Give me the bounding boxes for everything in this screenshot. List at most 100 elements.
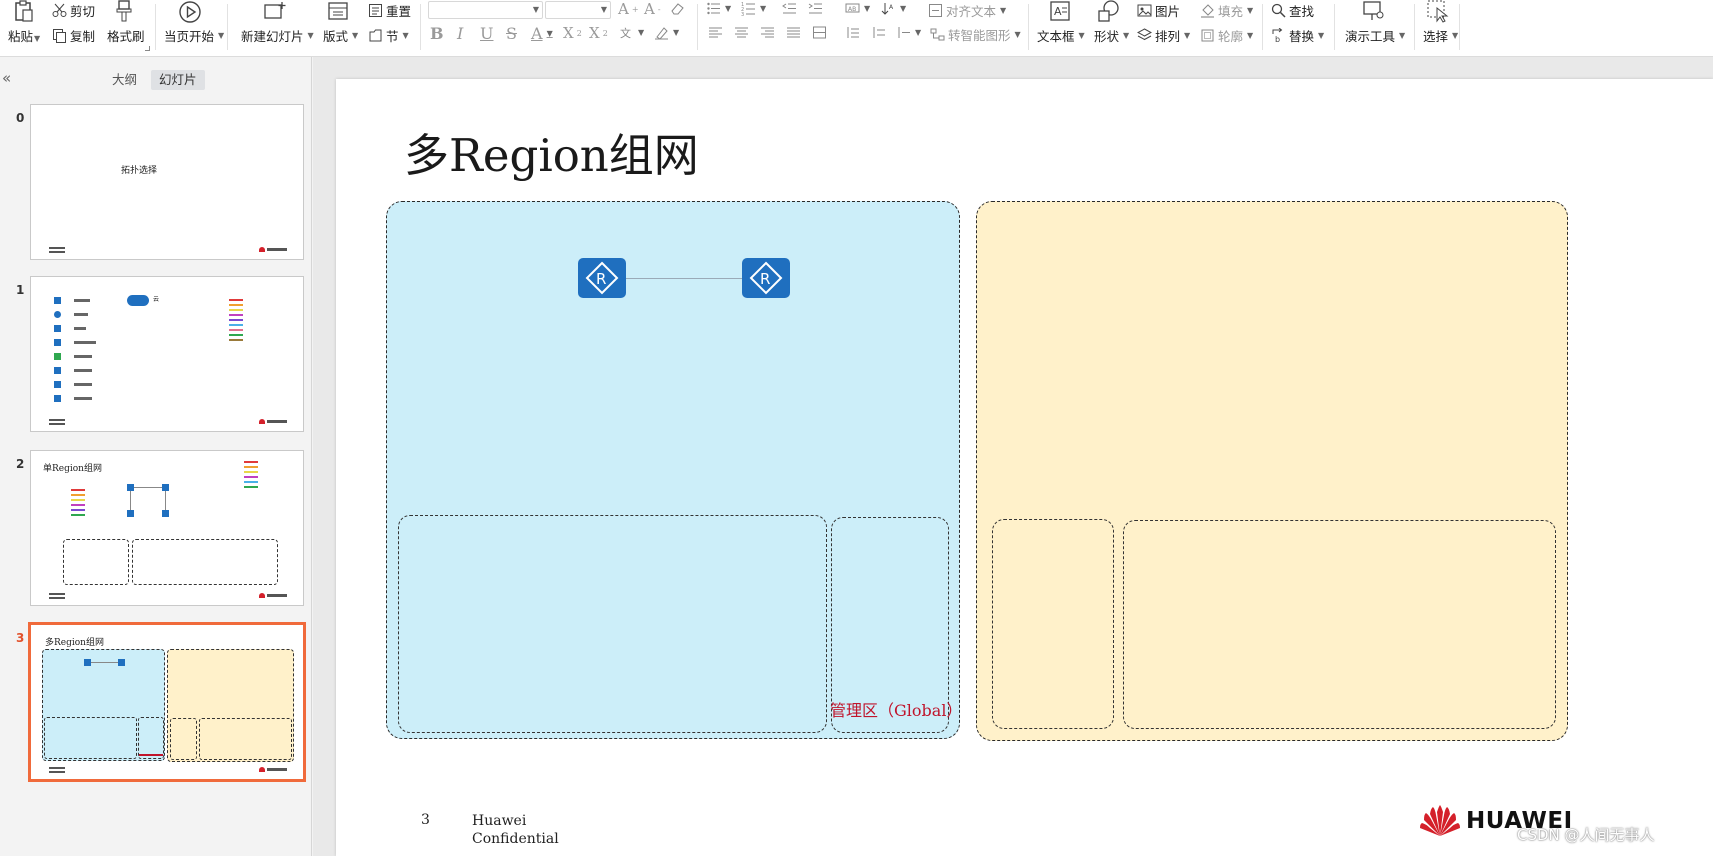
slide-thumbnail-1[interactable]: 云 [30, 276, 304, 432]
cloud-icon-mini [127, 295, 149, 306]
clipboard-dialog-launcher[interactable] [145, 46, 150, 51]
slide-number: 3 [421, 812, 430, 828]
tab-slides[interactable]: 幻灯片 [151, 70, 205, 90]
increase-indent-button[interactable] [808, 1, 823, 16]
font-size-combo[interactable]: ▼ [545, 1, 611, 19]
layout-button[interactable]: 版式 ▼ [323, 2, 358, 45]
current-slide[interactable]: 多Region组网 R R 管理区（Global） 3 Huawei Confi… [336, 79, 1713, 856]
phonetic-icon: 文 [620, 26, 631, 40]
slide-title[interactable]: 多Region组网 [404, 119, 699, 184]
select-button[interactable]: 选择 ▼ [1423, 0, 1458, 45]
align-text-button[interactable]: 对齐文本 ▼ [928, 1, 1006, 20]
outline-button[interactable]: 轮廓 ▼ [1200, 26, 1253, 45]
paint-bucket-icon [1201, 4, 1214, 18]
distribute-icon [813, 26, 826, 39]
svg-text:AB: AB [848, 6, 856, 13]
bullets-button[interactable]: ▼ [706, 1, 731, 16]
convert-smartart-button[interactable]: 转智能图形 ▼ [930, 25, 1021, 44]
highlight-button[interactable]: ▼ [654, 25, 679, 40]
router-icon: R [749, 261, 783, 295]
collapse-pane-icon[interactable]: « [2, 69, 11, 87]
paste-button[interactable]: 粘贴▼ [8, 0, 40, 45]
huawei-logo-mini [259, 247, 289, 252]
increase-font-button[interactable]: A + [618, 0, 639, 18]
paragraph-spacing-button[interactable] [871, 25, 886, 40]
switch-icon-mini [54, 325, 61, 332]
layout-icon [328, 2, 348, 20]
decrease-indent-button[interactable] [782, 1, 797, 16]
search-icon [1271, 3, 1286, 18]
ribbon-divider [420, 4, 421, 50]
line-spacing-button[interactable] [845, 25, 860, 40]
align-center-button[interactable] [734, 25, 749, 40]
management-zone-label[interactable]: 管理区（Global） [830, 697, 962, 721]
thumbnail-footer [49, 767, 65, 773]
from-current-button[interactable]: 当页开始 ▼ [164, 1, 224, 45]
scissors-icon [52, 3, 67, 17]
section-button[interactable]: 节 ▼ [368, 26, 409, 45]
select-cursor-icon [1427, 0, 1449, 23]
zone-mini [63, 539, 129, 585]
shape-button[interactable]: 形状 ▼ [1094, 0, 1129, 45]
format-painter-button[interactable]: 格式刷 [107, 0, 145, 45]
thumbnail-footer [49, 247, 65, 253]
section-icon [369, 29, 382, 42]
svg-text:b: b [1275, 35, 1280, 43]
bullet-list-icon [707, 2, 720, 15]
strikethrough-button[interactable]: S [506, 24, 517, 43]
phonetic-button[interactable]: 文 ▼ [619, 25, 644, 40]
router-left[interactable]: R [578, 258, 626, 298]
ribbon-divider [1414, 4, 1415, 50]
slide-thumbnail-0[interactable]: 拓扑选择 [30, 104, 304, 260]
reset-button[interactable]: 重置 [368, 1, 411, 20]
tab-outline[interactable]: 大纲 [104, 70, 145, 90]
arrange-button[interactable]: 排列 ▼ [1137, 26, 1190, 45]
zone-blue-left[interactable] [398, 515, 827, 733]
cut-button[interactable]: 剪切 [52, 1, 95, 20]
slide-thumbnail-3[interactable]: 多Region组网 [28, 622, 306, 782]
numbering-button[interactable]: 1 2 3 ▼ [741, 1, 766, 16]
slide-editor-canvas[interactable]: 多Region组网 R R 管理区（Global） 3 Huawei Confi… [313, 57, 1713, 856]
decrease-font-button[interactable]: A- [644, 0, 661, 18]
shape-icon [1098, 0, 1119, 22]
subscript-button[interactable]: X2 [589, 24, 608, 42]
region-yellow[interactable] [976, 201, 1568, 741]
font-name-combo[interactable]: ▼ [428, 1, 543, 19]
picture-button[interactable]: 图片 [1137, 1, 1180, 20]
region-blue[interactable]: R R 管理区（Global） [386, 201, 962, 739]
zone-mini [138, 717, 164, 759]
zone-yellow-right[interactable] [1123, 520, 1556, 729]
textbox-button[interactable]: A 文本框 ▼ [1037, 1, 1085, 45]
sort-button[interactable]: A ▼ [881, 1, 906, 16]
new-slide-button[interactable]: 新建幻灯片 ▼ [241, 2, 314, 45]
eraser-icon [671, 3, 684, 15]
router-icon-mini [127, 484, 134, 491]
spacing-options-button[interactable]: ▼ [896, 25, 921, 40]
font-color-button[interactable]: A ▼ [531, 24, 553, 43]
presentation-tools-button[interactable]: 演示工具 ▼ [1345, 1, 1405, 45]
copy-button[interactable]: 复制 [52, 26, 95, 45]
svg-text:文: 文 [620, 26, 631, 40]
zone-yellow-left[interactable] [992, 519, 1114, 729]
slide-thumbnail-2[interactable]: 单Region组网 [30, 450, 304, 606]
superscript-button[interactable]: X2 [563, 24, 582, 42]
clear-format-button[interactable] [670, 1, 685, 16]
distribute-button[interactable] [812, 25, 827, 40]
align-left-button[interactable] [708, 25, 723, 40]
align-right-button[interactable] [760, 25, 775, 40]
italic-button[interactable]: I [457, 24, 463, 43]
replace-button[interactable]: b 替换 ▼ [1271, 26, 1324, 45]
ribbon-divider [1334, 4, 1335, 50]
fill-button[interactable]: 填充 ▼ [1200, 1, 1253, 20]
smartart-icon [930, 28, 945, 41]
underline-button[interactable]: U [480, 24, 493, 43]
align-right-icon [761, 27, 774, 38]
find-button[interactable]: 查找 [1271, 1, 1314, 20]
router-right[interactable]: R [742, 258, 790, 298]
svg-text:A: A [889, 4, 894, 11]
bold-button[interactable]: B [430, 24, 444, 43]
router-link[interactable] [626, 278, 742, 279]
justify-button[interactable] [786, 25, 801, 40]
outdent-icon [782, 3, 796, 14]
text-direction-button[interactable]: AB ▼ [845, 1, 870, 16]
